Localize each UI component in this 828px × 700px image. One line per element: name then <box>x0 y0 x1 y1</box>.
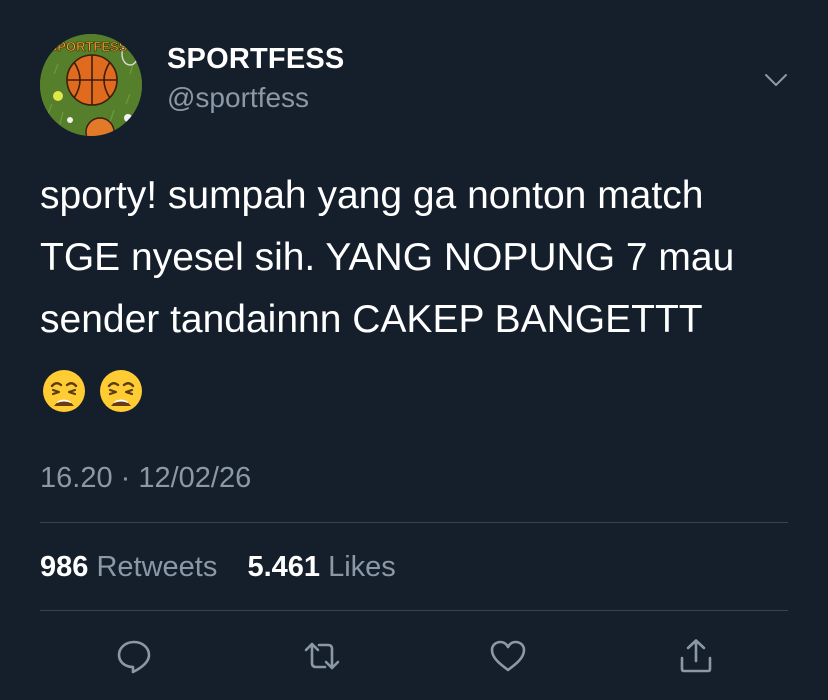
weary-face-icon <box>43 370 85 412</box>
reply-icon <box>117 640 151 674</box>
retweet-button[interactable] <box>294 628 350 684</box>
like-icon <box>490 640 526 672</box>
tweet-detail: SPORTFESS SPORTFESS @sportfess sporty! s… <box>0 0 828 700</box>
user-handle[interactable]: @sportfess <box>167 82 309 114</box>
retweets-label: Retweets <box>96 551 218 583</box>
avatar-image: SPORTFESS <box>40 34 142 136</box>
divider <box>40 610 788 611</box>
svg-text:SPORTFESS: SPORTFESS <box>49 39 128 54</box>
tweet-actions-bar <box>0 628 828 684</box>
likes-count: 5.461 <box>247 551 321 583</box>
emoji-row <box>42 369 143 413</box>
tweet-text: sporty! sumpah yang ga nonton match TGE … <box>40 165 800 351</box>
tweet-text-line: TGE nyesel sih. YANG NOPUNG 7 mau <box>40 236 735 279</box>
tweet-stats: 986 Retweets 5.461 Likes <box>40 551 396 584</box>
more-options-button[interactable] <box>758 66 794 94</box>
retweets-stat[interactable]: 986 Retweets <box>40 551 225 583</box>
like-button[interactable] <box>480 628 536 684</box>
share-icon <box>680 639 712 673</box>
weary-face-icon <box>100 370 142 412</box>
reply-button[interactable] <box>106 628 162 684</box>
likes-stat[interactable]: 5.461 Likes <box>239 551 395 583</box>
tweet-text-line: sender tandainnn CAKEP BANGETTT <box>40 298 703 341</box>
divider <box>40 522 788 523</box>
avatar[interactable]: SPORTFESS <box>40 34 142 136</box>
share-button[interactable] <box>668 628 724 684</box>
retweet-icon <box>304 642 340 670</box>
tweet-timestamp[interactable]: 16.20 · 12/02/26 <box>40 462 251 495</box>
likes-label: Likes <box>328 551 396 583</box>
display-name[interactable]: SPORTFESS <box>167 43 344 76</box>
retweets-count: 986 <box>40 551 89 583</box>
chevron-down-icon <box>765 74 787 86</box>
tweet-text-line: sporty! sumpah yang ga nonton match <box>40 174 704 217</box>
